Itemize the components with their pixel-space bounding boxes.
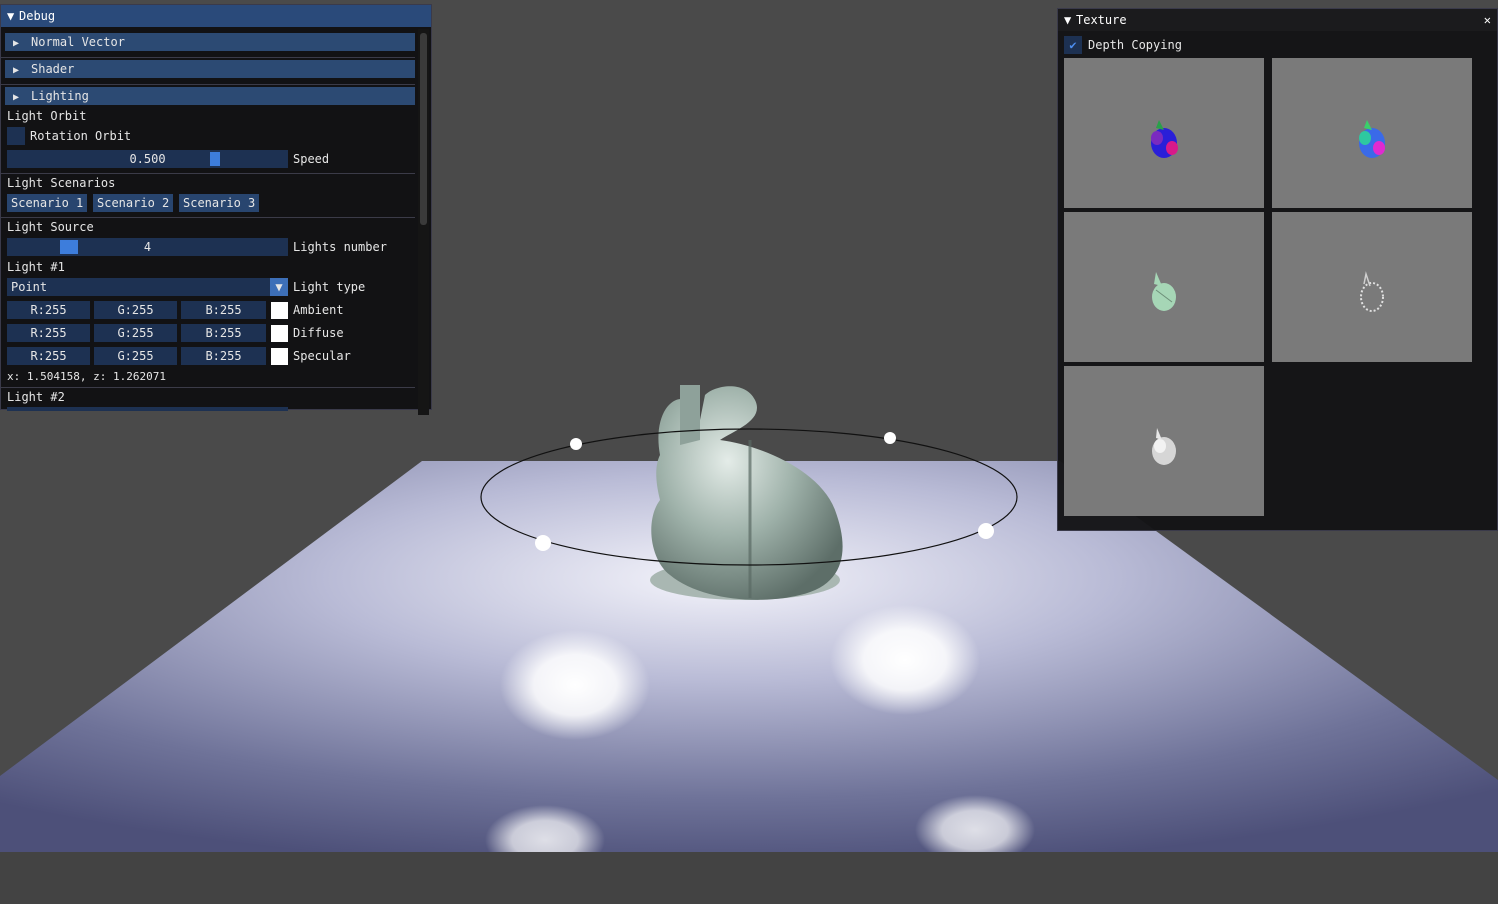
depth-copying-checkbox[interactable]: ✔: [1064, 36, 1082, 54]
specular-color-swatch[interactable]: [271, 348, 288, 365]
debug-window: ▼ Debug ▶ Normal Vector ▶ Shader ▶ Lighting …: [0, 4, 432, 415]
rotation-orbit-label: Rotation Orbit: [30, 129, 132, 143]
position-bunny-thumb: [1359, 120, 1385, 158]
chevron-down-icon[interactable]: ▼: [270, 278, 288, 296]
light-source-heading: Light Source: [7, 220, 94, 234]
scenario-1-button[interactable]: Scenario 1: [7, 194, 88, 212]
lights-number-slider[interactable]: 4: [7, 238, 288, 256]
texture-normal-buffer[interactable]: [1064, 58, 1264, 208]
debug-title: Debug: [19, 9, 56, 23]
ambient-b-field[interactable]: B:255: [181, 301, 266, 319]
light-spot: [830, 605, 980, 715]
light-scenarios-heading: Light Scenarios: [7, 176, 116, 190]
ambient-g-field[interactable]: G:255: [94, 301, 177, 319]
light-1-position: x: 1.504158, z: 1.262071: [7, 370, 166, 383]
lights-number-value: 4: [143, 240, 152, 254]
light-marker: [884, 432, 896, 444]
light-type-select[interactable]: Point ▼: [7, 278, 288, 296]
normal-bunny-thumb: [1151, 120, 1178, 158]
light-orbit-heading: Light Orbit: [7, 109, 87, 123]
expand-arrow-icon: ▶: [13, 92, 20, 103]
texture-title: Texture: [1076, 13, 1127, 27]
light-2-heading: Light #2: [7, 390, 65, 404]
rotation-orbit-checkbox[interactable]: [7, 127, 25, 145]
ambient-color-swatch[interactable]: [271, 302, 288, 319]
light-marker: [978, 523, 994, 539]
collapse-arrow-icon[interactable]: ▼: [1064, 9, 1076, 31]
texture-depth-buffer[interactable]: [1064, 366, 1264, 516]
texture-title-bar[interactable]: ▼ Texture ✕: [1058, 9, 1497, 31]
diffuse-label: Diffuse: [293, 326, 344, 340]
speed-value: 0.500: [129, 152, 166, 166]
depth-copying-label: Depth Copying: [1088, 38, 1182, 52]
albedo-bunny-thumb: [1152, 272, 1176, 311]
specular-g-field[interactable]: G:255: [94, 347, 177, 365]
ambient-label: Ambient: [293, 303, 344, 317]
light-type-label: Light type: [293, 280, 366, 294]
header-normal-vector[interactable]: ▶ Normal Vector: [5, 33, 415, 51]
light-2-type-select[interactable]: [7, 407, 288, 411]
scenario-3-button[interactable]: Scenario 3: [179, 194, 260, 212]
close-icon[interactable]: ✕: [1484, 9, 1491, 31]
light-spot: [500, 630, 650, 740]
collapse-arrow-icon[interactable]: ▼: [7, 5, 19, 27]
scenario-2-button[interactable]: Scenario 2: [93, 194, 174, 212]
specular-r-field[interactable]: R:255: [7, 347, 90, 365]
header-shader[interactable]: ▶ Shader: [5, 60, 415, 78]
diffuse-r-field[interactable]: R:255: [7, 324, 90, 342]
specular-label: Specular: [293, 349, 351, 363]
lights-number-label: Lights number: [293, 240, 387, 254]
texture-position-buffer[interactable]: [1272, 58, 1472, 208]
specular-b-field[interactable]: B:255: [181, 347, 266, 365]
speed-label: Speed: [293, 152, 330, 166]
light-type-value: Point: [11, 280, 48, 294]
texture-specular-buffer[interactable]: [1272, 212, 1472, 362]
header-lighting[interactable]: ▶ Lighting: [5, 87, 415, 105]
diffuse-color-swatch[interactable]: [271, 325, 288, 342]
light-1-heading: Light #1: [7, 260, 65, 274]
diffuse-g-field[interactable]: G:255: [94, 324, 177, 342]
specular-bunny-thumb: [1360, 271, 1384, 312]
texture-albedo-buffer[interactable]: [1064, 212, 1264, 362]
ambient-r-field[interactable]: R:255: [7, 301, 90, 319]
speed-slider[interactable]: 0.500: [7, 150, 288, 168]
expand-arrow-icon: ▶: [13, 65, 20, 76]
debug-scrollbar[interactable]: [420, 33, 427, 225]
diffuse-b-field[interactable]: B:255: [181, 324, 266, 342]
debug-title-bar[interactable]: ▼ Debug: [1, 5, 431, 27]
expand-arrow-icon: ▶: [13, 38, 20, 49]
texture-window: ▼ Texture ✕ ✔ Depth Copying: [1057, 8, 1498, 531]
light-marker: [570, 438, 582, 450]
depth-bunny-thumb: [1152, 428, 1176, 465]
light-marker: [535, 535, 551, 551]
